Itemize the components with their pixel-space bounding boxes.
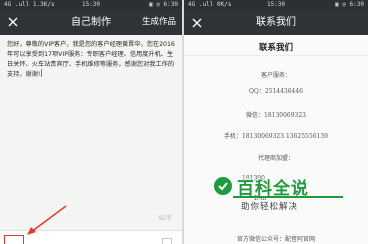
status-carrier: 4G .ull 0K/s [188,1,232,8]
char-counter: 92字 [158,215,172,222]
status-time: 15:30 [81,1,101,8]
generate-button[interactable]: 生成作品 [142,10,176,35]
title-bar: 自己制作 生成作品 [0,10,182,35]
message-editor[interactable]: 您好，尊敬的VIP客户，我是您的客户经理黄晋华，您在2016年可以享受到17项V… [7,40,177,200]
qq-line: QQ：2514436446 [248,88,303,95]
text-cursor [41,69,43,78]
watermark-slogan: 助你轻松解决 [241,202,299,212]
status-right: ▣ ◎ 6:30 [149,1,178,8]
bottom-toolbar [0,230,182,244]
service-label: 客户服务： [260,72,291,79]
toolbar-button[interactable] [162,238,172,244]
official-account-line: 官方微信公众号：配音阿官网 [236,236,315,243]
title-bar: 联系我们 [184,10,368,35]
editor-screen: 4G .ull 1.3K/s 15:30 ▣ ◎ 6:30 自己制作 生成作品 … [0,0,182,244]
status-bar: 4G .ull 1.3K/s 15:30 ▣ ◎ 6:30 [0,0,182,10]
close-icon[interactable] [190,15,204,29]
watermark: 百科全说 助你轻松解决 [213,174,349,220]
divider [184,55,368,56]
contact-heading: 联系我们 [258,43,293,53]
status-bar: 4G .ull 0K/s 15:30 ▣ ◎ 6:30 [184,0,368,10]
phone-line: 手机：18130069323 13625556139 [224,133,328,140]
status-time: 15:30 [266,1,286,8]
highlighted-button[interactable] [4,235,24,244]
status-right: ▣ ◎ 6:30 [335,1,364,8]
brand-logo-icon [214,177,232,195]
editor-text: 您好，尊敬的VIP客户，我是您的客户经理黄晋华，您在2016年可以享受到17项V… [7,41,175,79]
wechat-line: 微信：18130069323 [246,112,306,119]
agent-label: 代理商加盟： [257,155,294,162]
page-title: 联系我们 [256,17,296,28]
watermark-ribbon [233,196,343,198]
close-icon[interactable] [6,15,20,29]
status-carrier: 4G .ull 1.3K/s [4,1,55,8]
